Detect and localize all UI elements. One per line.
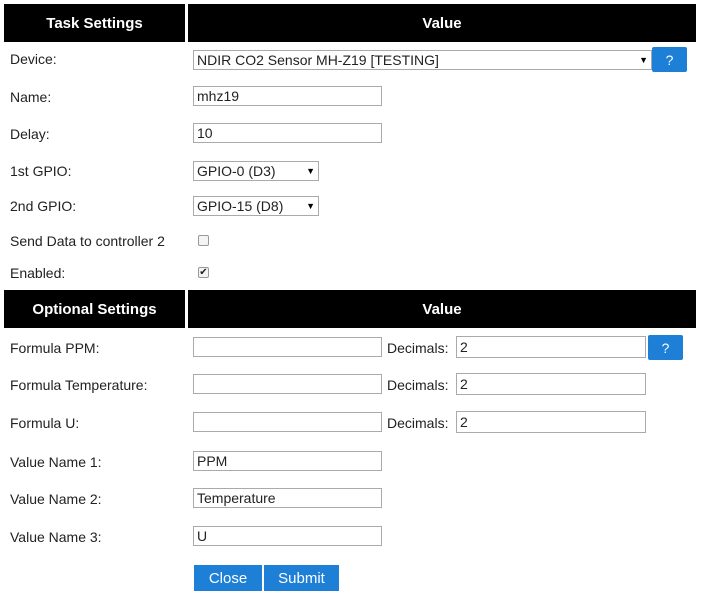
formula-temperature-input[interactable] xyxy=(193,374,382,394)
formula-temperature-decimals-label: Decimals: xyxy=(387,377,449,393)
gpio2-select[interactable]: GPIO-15 (D8) ▼ xyxy=(193,196,319,216)
formula-ppm-label: Formula PPM: xyxy=(10,340,100,356)
optional-value-header: Value xyxy=(188,290,696,328)
value-name-3-input[interactable] xyxy=(193,526,382,546)
formula-u-label: Formula U: xyxy=(10,415,80,431)
name-input[interactable] xyxy=(193,86,382,106)
gpio1-label: 1st GPIO: xyxy=(10,163,72,179)
value-name-2-input[interactable] xyxy=(193,488,382,508)
chevron-down-icon: ▼ xyxy=(306,201,315,211)
send-data-checkbox[interactable] xyxy=(198,235,209,246)
device-label: Device: xyxy=(10,51,57,67)
delay-label: Delay: xyxy=(10,126,50,142)
formula-ppm-decimals-label: Decimals: xyxy=(387,340,449,356)
check-icon: ✔ xyxy=(199,267,208,278)
formula-ppm-input[interactable] xyxy=(193,337,382,357)
chevron-down-icon: ▼ xyxy=(306,166,315,176)
enabled-label: Enabled: xyxy=(10,265,66,281)
formula-temperature-label: Formula Temperature: xyxy=(10,377,148,393)
value-name-3-label: Value Name 3: xyxy=(10,529,102,545)
device-select[interactable]: NDIR CO2 Sensor MH-Z19 [TESTING] ▼ xyxy=(193,50,652,70)
chevron-down-icon: ▼ xyxy=(639,55,648,65)
formula-u-decimals-label: Decimals: xyxy=(387,415,449,431)
value-name-2-label: Value Name 2: xyxy=(10,491,102,507)
task-settings-header: Task Settings xyxy=(4,4,185,42)
enabled-checkbox[interactable]: ✔ xyxy=(198,267,209,278)
value-name-1-label: Value Name 1: xyxy=(10,454,102,470)
device-select-value: NDIR CO2 Sensor MH-Z19 [TESTING] xyxy=(197,52,439,68)
formula-u-input[interactable] xyxy=(193,412,382,432)
gpio1-select-value: GPIO-0 (D3) xyxy=(197,163,276,179)
close-button[interactable]: Close xyxy=(194,565,262,591)
formula-u-decimals-input[interactable] xyxy=(456,411,646,433)
formula-help-button[interactable]: ? xyxy=(648,335,683,360)
value-name-1-input[interactable] xyxy=(193,451,382,471)
formula-ppm-decimals-input[interactable] xyxy=(456,336,646,358)
task-value-header: Value xyxy=(188,4,696,42)
send-data-label: Send Data to controller 2 xyxy=(10,233,165,249)
formula-temperature-decimals-input[interactable] xyxy=(456,373,646,395)
submit-button[interactable]: Submit xyxy=(264,565,339,591)
gpio2-label: 2nd GPIO: xyxy=(10,198,77,214)
gpio1-select[interactable]: GPIO-0 (D3) ▼ xyxy=(193,161,319,181)
device-help-button[interactable]: ? xyxy=(652,47,687,72)
delay-input[interactable] xyxy=(193,123,382,143)
optional-settings-header: Optional Settings xyxy=(4,290,185,328)
gpio2-select-value: GPIO-15 (D8) xyxy=(197,198,284,214)
name-label: Name: xyxy=(10,89,52,105)
